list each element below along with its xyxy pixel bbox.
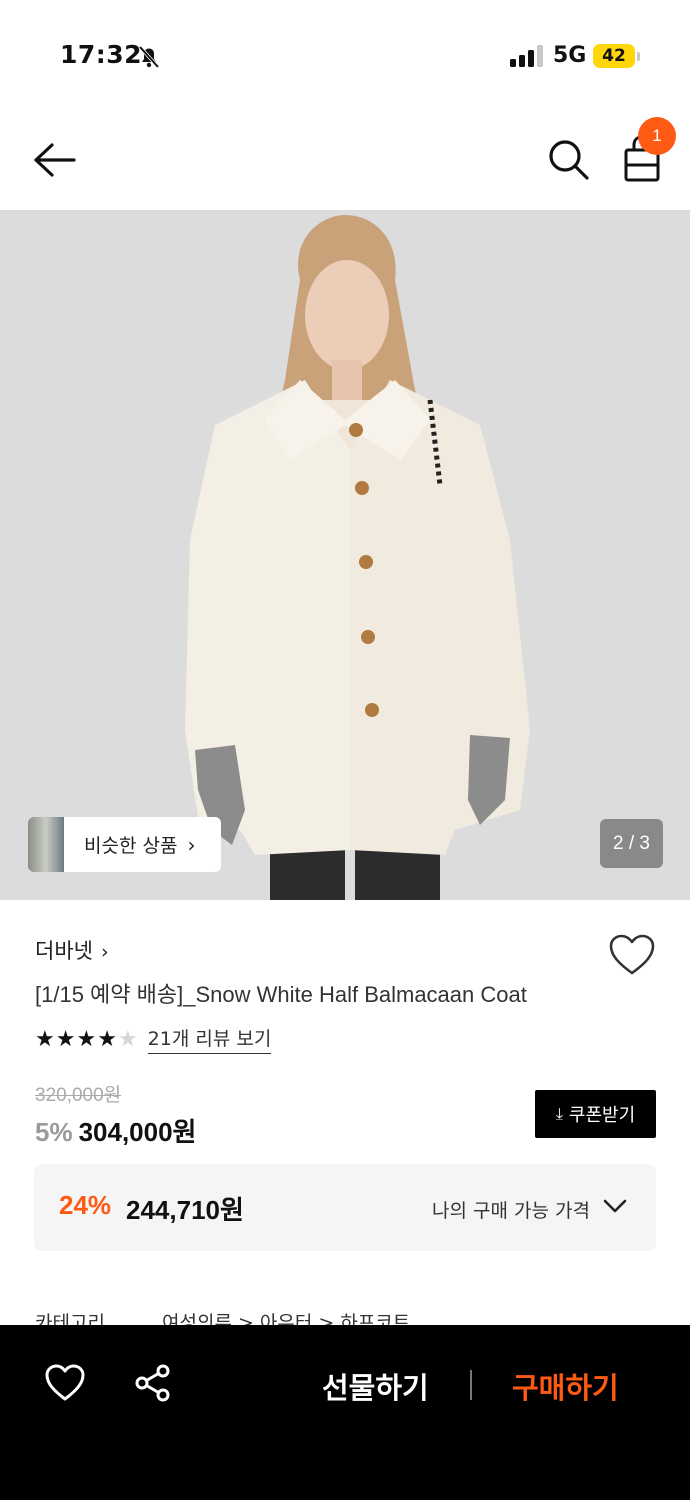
brand-name: 더바넷 (35, 939, 93, 963)
back-arrow-icon[interactable] (30, 140, 78, 180)
discount-rate: 5% (35, 1117, 73, 1147)
original-price: 320,000원 (35, 1085, 122, 1106)
network-type: 5G (553, 43, 587, 68)
best-price: 244,710원 (126, 1195, 244, 1225)
star-icon: ★ (76, 1026, 97, 1052)
best-price-label: 나의 구매 가능 가격 (432, 1200, 590, 1222)
star-empty-icon: ★ (117, 1026, 138, 1052)
rating-row: ★ ★ ★ ★ ★ 21개 리뷰 보기 (35, 1024, 272, 1054)
bottom-action-bar: 선물하기 구매하기 (0, 1325, 690, 1500)
search-icon[interactable] (545, 136, 591, 182)
star-icon: ★ (97, 1026, 117, 1052)
buy-button[interactable]: 구매하기 (512, 1365, 619, 1407)
chevron-right-icon: › (100, 941, 109, 963)
signal-icon (510, 45, 543, 67)
star-icon: ★ (55, 1026, 76, 1052)
image-page-indicator: 2 / 3 (600, 819, 663, 868)
star-icon: ★ (35, 1026, 55, 1052)
coupon-label: 쿠폰받기 (568, 1105, 636, 1126)
chevron-down-icon (603, 1199, 627, 1213)
similar-products-button[interactable]: 비슷한 상품 › (28, 817, 221, 872)
similar-products-label: 비슷한 상품 (84, 835, 178, 857)
battery-cap (637, 52, 640, 61)
similar-product-thumbnail (28, 817, 64, 872)
divider (470, 1370, 472, 1400)
price-row: 5% 304,000원 (35, 1112, 196, 1149)
bell-slash-icon (138, 45, 160, 69)
review-link[interactable]: 21개 리뷰 보기 (147, 1024, 272, 1054)
battery-level: 42 (593, 44, 635, 68)
gift-button[interactable]: 선물하기 (322, 1365, 429, 1407)
brand-link[interactable]: 더바넷 › (35, 935, 109, 965)
best-discount-rate: 24% (59, 1190, 112, 1220)
cart-count-badge: 1 (638, 117, 676, 155)
chevron-right-icon: › (187, 832, 196, 857)
coupon-download-button[interactable]: ⤓ 쿠폰받기 (535, 1090, 656, 1138)
heart-icon[interactable] (608, 933, 656, 977)
product-title: [1/15 예약 배송]_Snow White Half Balmacaan C… (35, 982, 527, 1007)
sale-price: 304,000원 (78, 1117, 197, 1147)
share-icon[interactable] (133, 1363, 173, 1403)
download-icon: ⤓ (555, 1104, 563, 1123)
product-image-carousel[interactable]: 비슷한 상품 › 2 / 3 (0, 210, 690, 900)
status-time: 17:32 (60, 40, 143, 69)
status-bar: 17:32 5G 42 (0, 0, 690, 110)
best-price-dropdown[interactable]: 24% 244,710원 나의 구매 가능 가격 (34, 1164, 656, 1251)
heart-icon[interactable] (44, 1362, 86, 1404)
product-photo (0, 210, 690, 900)
top-nav (0, 110, 690, 210)
